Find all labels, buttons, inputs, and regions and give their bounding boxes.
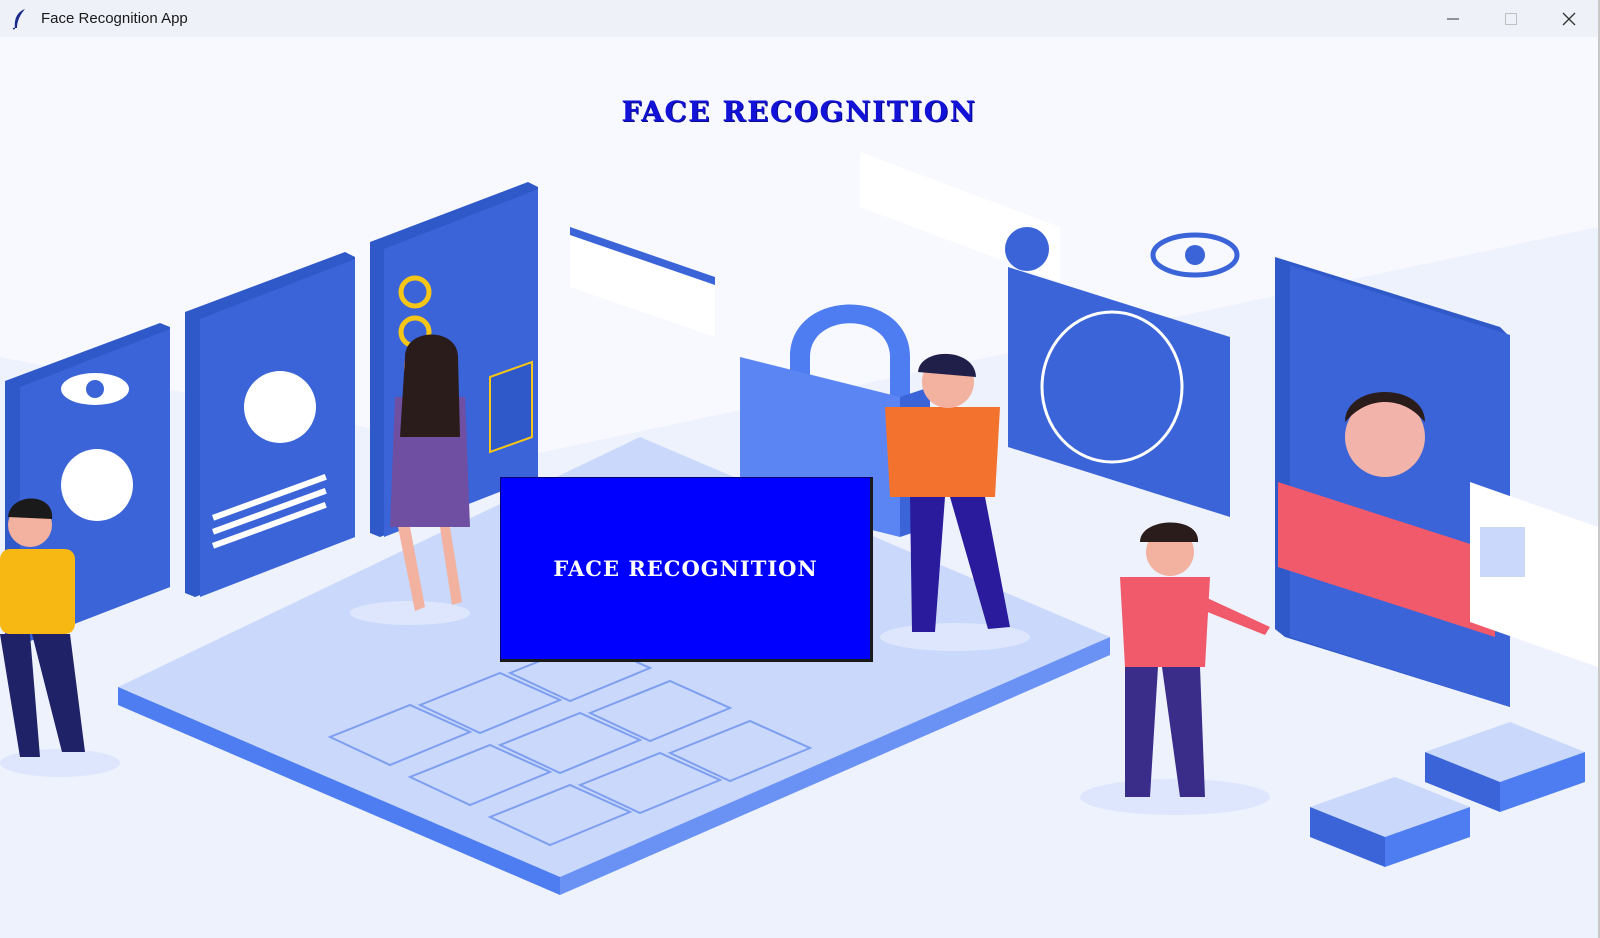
window-title: Face Recognition App: [41, 10, 188, 27]
close-button[interactable]: [1540, 0, 1598, 37]
app-window: Face Recognition App FACE RECOGNITION FA…: [0, 0, 1600, 938]
maximize-button[interactable]: [1482, 0, 1540, 37]
close-icon: [1562, 12, 1576, 25]
minimize-button[interactable]: [1424, 0, 1482, 37]
feather-icon: [12, 8, 25, 30]
face-recognition-button[interactable]: FACE RECOGNITION: [500, 477, 873, 662]
minimize-icon: [1447, 18, 1459, 19]
maximize-icon: [1505, 12, 1517, 25]
page-title: FACE RECOGNITION: [621, 95, 977, 128]
title-bar[interactable]: Face Recognition App: [0, 0, 1598, 37]
main-content: FACE RECOGNITION FACE RECOGNITION: [0, 37, 1598, 938]
